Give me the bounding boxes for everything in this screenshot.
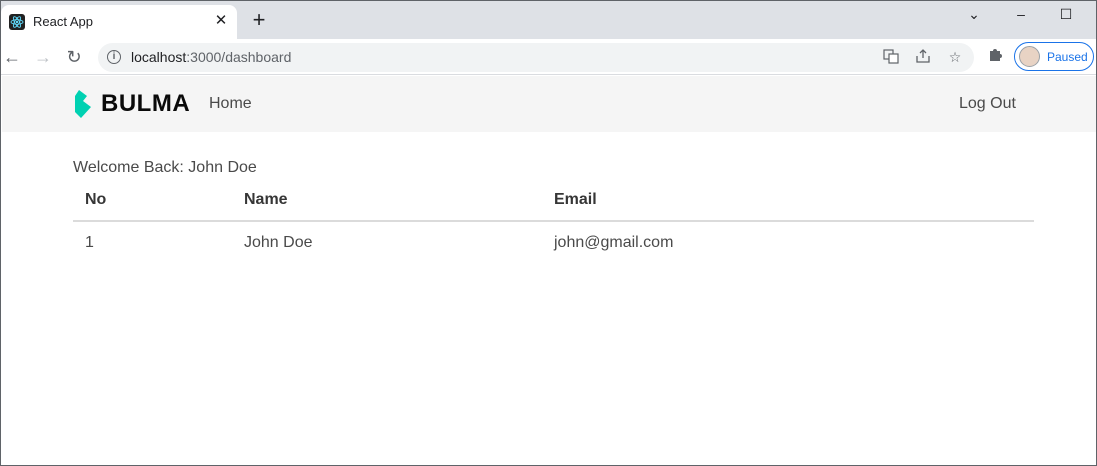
tab-strip: React App ✕ + ⌄ – ☐	[1, 1, 1096, 39]
cell-name: John Doe	[244, 234, 313, 251]
column-header-email: Email	[542, 181, 1034, 222]
close-tab-icon[interactable]: ✕	[212, 12, 230, 30]
cell-email: john@gmail.com	[554, 234, 674, 251]
tab-title: React App	[33, 14, 93, 29]
logout-button[interactable]: Log Out	[959, 95, 1016, 113]
profile-button[interactable]: Paused	[1014, 42, 1094, 71]
browser-window: React App ✕ + ⌄ – ☐ ← → ↻ i localhost:30…	[0, 0, 1097, 466]
bookmark-star-icon[interactable]: ☆	[946, 48, 964, 66]
translate-icon[interactable]	[882, 48, 900, 66]
brand-logo[interactable]: BULMA	[73, 89, 190, 119]
browser-tab[interactable]: React App ✕	[1, 5, 237, 39]
app-navbar: BULMA Home Log Out	[2, 76, 1096, 132]
new-tab-button[interactable]: +	[248, 9, 270, 31]
bulma-logo-icon	[75, 90, 91, 118]
address-bar[interactable]: i localhost:3000/dashboard ☆	[98, 43, 974, 72]
maximize-button[interactable]: ☐	[1051, 5, 1081, 23]
browser-toolbar: ← → ↻ i localhost:3000/dashboard ☆	[1, 39, 1096, 75]
cell-no: 1	[85, 234, 94, 251]
table-row: 1 John Doe john@gmail.com	[73, 221, 1034, 260]
site-info-icon[interactable]: i	[107, 50, 121, 64]
extensions-icon[interactable]	[986, 46, 1004, 64]
url-text[interactable]: localhost:3000/dashboard	[131, 49, 291, 65]
react-icon	[9, 14, 25, 30]
back-icon[interactable]: ←	[1, 46, 23, 68]
table-header-row: No Name Email	[73, 181, 1034, 222]
nav-home-link[interactable]: Home	[209, 95, 252, 113]
reload-icon[interactable]: ↻	[63, 46, 85, 68]
avatar	[1019, 46, 1040, 67]
column-header-name: Name	[232, 181, 542, 222]
share-icon[interactable]	[914, 48, 932, 66]
profile-status: Paused	[1047, 50, 1088, 64]
users-table: No Name Email 1 John Doe john@gmail.com	[73, 181, 1034, 260]
minimize-button[interactable]: –	[1006, 5, 1036, 23]
brand-name: BULMA	[101, 90, 191, 117]
tab-search-icon[interactable]: ⌄	[959, 5, 989, 23]
forward-icon[interactable]: →	[32, 46, 54, 68]
welcome-message: Welcome Back: John Doe	[73, 159, 257, 176]
column-header-no: No	[73, 181, 232, 222]
